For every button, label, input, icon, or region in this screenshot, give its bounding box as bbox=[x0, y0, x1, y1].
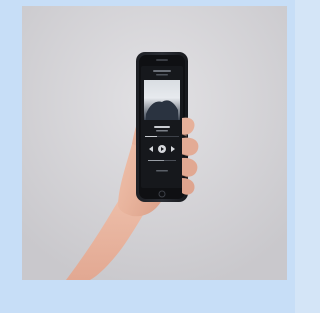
track-title-line bbox=[154, 126, 170, 128]
image-card-frame bbox=[0, 0, 295, 313]
track-artist-line bbox=[156, 130, 168, 132]
volume-fill bbox=[148, 160, 164, 161]
hand-holding-phone-illustration bbox=[22, 6, 287, 280]
smartphone bbox=[136, 52, 188, 202]
screen-footer-line bbox=[156, 170, 168, 172]
product-photo bbox=[22, 6, 287, 280]
screen-subheader-line bbox=[156, 74, 168, 76]
phone-speaker bbox=[156, 59, 168, 61]
progress-fill bbox=[145, 136, 157, 137]
screen-header-line bbox=[153, 70, 171, 72]
